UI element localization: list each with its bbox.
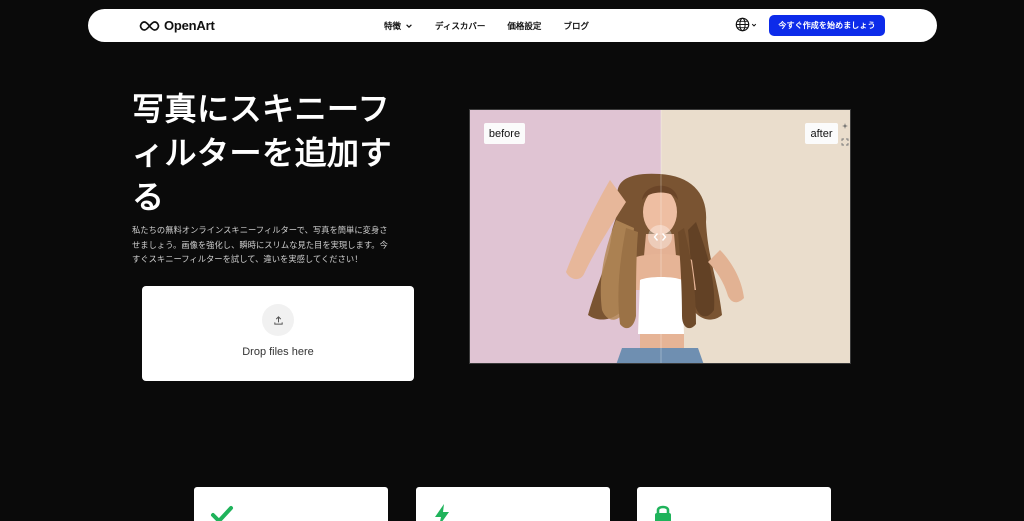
before-label: before	[484, 123, 525, 144]
top-navbar: OpenArt 特徴 ディスカバー 価格設定 ブログ 今すぐ作成を始めましょう	[88, 9, 937, 42]
feature-card	[637, 487, 831, 521]
hero-title-line: 写真にスキニーフ	[132, 90, 391, 128]
nav-item-label: 価格設定	[507, 21, 542, 32]
nav-item-pricing[interactable]: 価格設定	[507, 20, 541, 32]
hero-title-line: る	[132, 178, 165, 216]
upload-icon	[273, 315, 283, 325]
chevron-down-icon	[406, 23, 412, 28]
lock-icon	[655, 505, 671, 521]
infinity-logo-icon	[139, 20, 160, 31]
hero-description: 私たちの無料オンラインスキニーフィルターで、写真を簡単に変身さ せましょう。画像…	[132, 223, 424, 267]
hero-title-line: ィルターを追加す	[132, 134, 393, 172]
feature-card	[416, 487, 610, 521]
globe-icon	[735, 17, 750, 32]
lightning-icon	[435, 504, 449, 521]
dropzone-label: Drop files here	[242, 346, 314, 358]
chevron-down-icon	[751, 23, 757, 27]
nav-item-blog[interactable]: ブログ	[563, 20, 589, 32]
nav-item-label: ディスカバー	[435, 21, 486, 32]
nav-item-features[interactable]: 特徴	[384, 20, 413, 32]
nav-item-discover[interactable]: ディスカバー	[435, 20, 485, 32]
hero-description-line: せましょう。画像を強化し、瞬時にスリムな見た目を実現します。今	[132, 239, 388, 250]
feature-card	[194, 487, 388, 521]
check-icon	[211, 506, 233, 521]
compare-arrows-icon	[653, 233, 667, 241]
brand-name: OpenArt	[164, 18, 215, 33]
start-creating-button[interactable]: 今すぐ作成を始めましょう	[769, 15, 885, 36]
upload-button[interactable]	[262, 304, 294, 336]
language-selector[interactable]	[735, 17, 757, 32]
nav-item-label: 特徴	[384, 21, 402, 32]
comparison-slider-handle[interactable]	[648, 225, 672, 249]
hero-title: 写真にスキニーフ ィルターを追加す る	[132, 87, 422, 219]
file-dropzone[interactable]: Drop files here	[142, 286, 414, 381]
after-label: after	[805, 123, 838, 144]
hero-description-line: すぐスキニーフィルターを試して、違いを実感してください！	[132, 254, 363, 264]
page: OpenArt 特徴 ディスカバー 価格設定 ブログ 今すぐ作成を始めましょう …	[0, 0, 1024, 521]
nav-item-label: ブログ	[563, 21, 589, 32]
nav-links: 特徴 ディスカバー 価格設定 ブログ	[384, 9, 611, 42]
sparkle-icon	[842, 123, 848, 129]
expand-icon[interactable]	[841, 138, 849, 146]
hero-description-line: 私たちの無料オンラインスキニーフィルターで、写真を簡単に変身さ	[132, 225, 388, 235]
logo[interactable]: OpenArt	[139, 17, 215, 34]
before-after-comparison[interactable]: before after	[469, 109, 851, 364]
